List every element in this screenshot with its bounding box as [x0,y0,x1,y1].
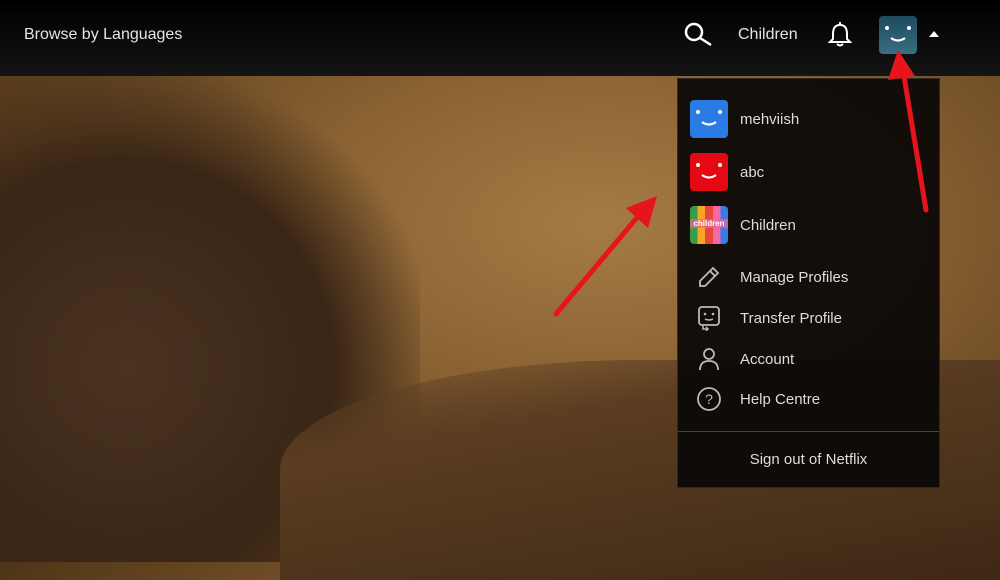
menu-item-label: Manage Profiles [740,268,849,286]
transfer-profile-item[interactable]: Transfer Profile [696,305,842,331]
browse-by-languages-link[interactable]: Browse by Languages [24,26,182,44]
profile-avatar-red [690,153,728,191]
person-icon [699,348,719,371]
sign-out-button[interactable]: Sign out of Netflix [678,451,939,468]
pencil-icon [699,266,720,287]
profile-name: abc [740,163,765,181]
annotation-arrow-icon [553,196,657,317]
profile-avatar-blue [690,100,728,138]
profile-item-children[interactable]: children Children [690,206,796,244]
profile-item-mehviish[interactable]: mehviish [690,100,799,138]
bell-icon[interactable] [827,22,853,48]
profile-name: Children [740,216,796,234]
svg-text:?: ? [705,391,713,407]
help-centre-item[interactable]: ? Help Centre [696,386,820,412]
profile-item-abc[interactable]: abc [690,153,764,191]
menu-item-label: Help Centre [740,390,821,408]
help-icon: ? [697,387,721,411]
profile-avatar[interactable] [879,16,917,54]
children-link[interactable]: Children [738,26,798,44]
children-avatar-text: children [690,219,728,228]
search-icon[interactable] [684,22,714,48]
profile-dropdown-menu: mehviish abc children Children Manage Pr… [677,78,940,488]
top-nav: Browse by Languages Children [0,0,1000,76]
menu-item-label: Transfer Profile [740,309,842,327]
manage-profiles-item[interactable]: Manage Profiles [696,264,848,290]
profile-avatar-children: children [690,206,728,244]
menu-item-label: Account [740,350,795,368]
caret-up-icon[interactable] [929,31,939,37]
transfer-profile-icon [698,306,720,331]
profile-name: mehviish [740,110,800,128]
account-item[interactable]: Account [696,346,794,372]
menu-divider [678,431,939,432]
